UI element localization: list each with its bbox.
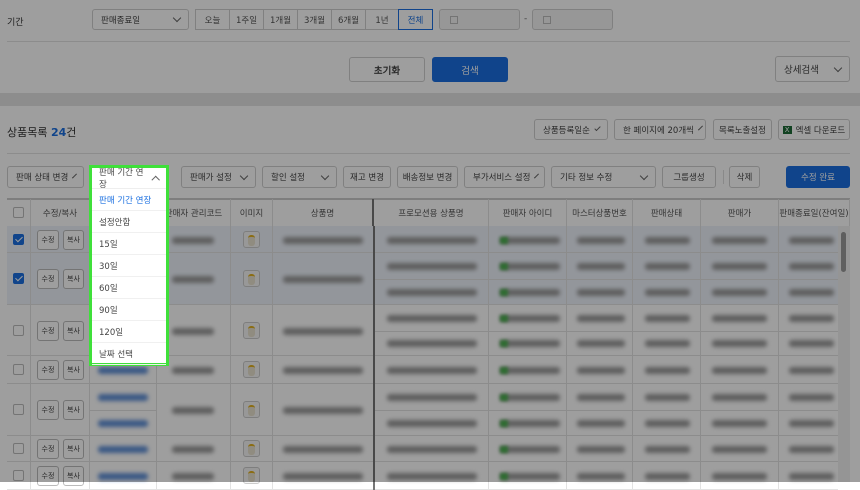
period-extend-label: 판매 기간 연장	[99, 168, 144, 190]
period-extend-select[interactable]: 판매 기간 연장	[92, 168, 166, 190]
period-extend-dropdown: 판매 기간 연장 판매 기간 연장 설정안함 15일 30일 60일 90일 120일 날짜 …	[89, 165, 169, 366]
dropdown-option[interactable]: 설정안함	[92, 211, 166, 233]
dropdown-option[interactable]: 60일	[92, 277, 166, 299]
dropdown-option[interactable]: 날짜 선택	[92, 343, 166, 365]
dropdown-option[interactable]: 30일	[92, 255, 166, 277]
dropdown-option[interactable]: 판매 기간 연장	[92, 189, 166, 211]
dropdown-option[interactable]: 15일	[92, 233, 166, 255]
dropdown-option[interactable]: 120일	[92, 321, 166, 343]
chevron-up-icon	[152, 175, 161, 184]
dropdown-option[interactable]: 90일	[92, 299, 166, 321]
